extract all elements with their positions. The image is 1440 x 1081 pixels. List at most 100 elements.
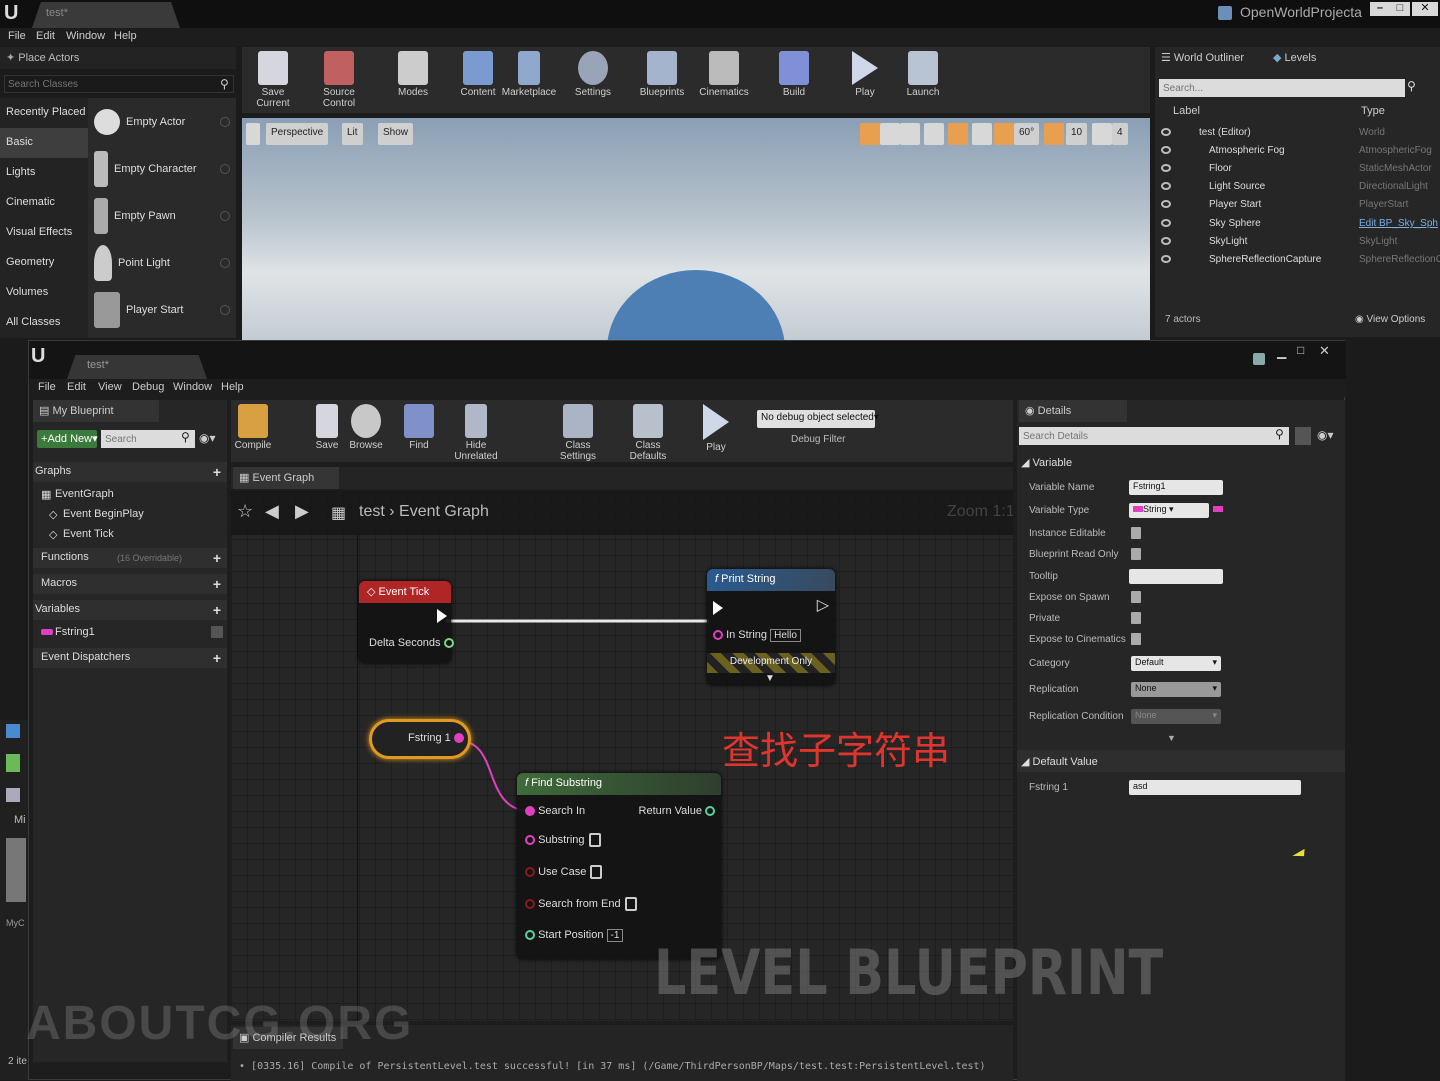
eye-icon[interactable]: ◉▾ [1317, 428, 1334, 442]
add-variable-icon[interactable]: + [213, 602, 221, 618]
add-macro-icon[interactable]: + [213, 576, 221, 592]
rotation-snap-value[interactable]: 60° [1014, 123, 1040, 145]
info-icon[interactable] [220, 116, 230, 127]
section-variables[interactable]: Variables + [33, 600, 227, 620]
column-label[interactable]: Label [1173, 105, 1200, 117]
blueprint-read-only-checkbox[interactable] [1131, 548, 1141, 560]
perspective-button[interactable]: Perspective [266, 123, 329, 145]
menu-help[interactable]: Help [221, 381, 244, 393]
outliner-row[interactable]: Light Source DirectionalLight [1155, 179, 1440, 197]
find-substring-node[interactable]: f Find Substring Search In Return Value … [517, 773, 721, 959]
section-graphs[interactable]: Graphs + [33, 462, 227, 482]
eye-icon[interactable] [1161, 128, 1171, 136]
browse-button[interactable]: Browse [347, 402, 385, 451]
category-recently-placed[interactable]: Recently Placed [0, 98, 88, 128]
build-button[interactable]: Build [772, 49, 816, 98]
info-icon[interactable] [220, 304, 230, 315]
search-from-end-checkbox[interactable] [624, 897, 637, 911]
menu-file[interactable]: File [8, 30, 26, 42]
debug-object-select[interactable]: No debug object selected▾ [757, 410, 879, 428]
eye-icon[interactable] [1161, 255, 1171, 263]
search-from-end-pin[interactable]: Search from End [525, 897, 637, 911]
use-case-pin[interactable]: Use Case [525, 865, 603, 879]
info-icon[interactable] [220, 257, 230, 268]
property-matrix-icon[interactable] [1295, 427, 1311, 445]
eye-icon[interactable] [1161, 146, 1171, 154]
marketplace-button[interactable]: Marketplace [500, 49, 558, 98]
eye-icon[interactable]: ◉▾ [199, 431, 216, 445]
tree-event-tick[interactable]: ◇ Event Tick [33, 525, 227, 545]
scale-snap-value[interactable]: 10 [1066, 123, 1088, 145]
info-icon[interactable] [220, 210, 230, 221]
settings-button[interactable]: Settings [570, 49, 616, 98]
camera-speed-value[interactable]: 4 [1112, 123, 1128, 145]
eye-icon[interactable] [1161, 200, 1171, 208]
default-value-input[interactable]: asd [1129, 780, 1301, 795]
category-lights[interactable]: Lights [0, 158, 88, 188]
menu-help[interactable]: Help [114, 30, 137, 42]
variable-fstring1[interactable]: Fstring1 [33, 623, 227, 643]
section-functions[interactable]: Functions (16 Overridable) + [33, 548, 227, 568]
section-default-value[interactable]: ◢ Default Value [1017, 750, 1345, 772]
private-checkbox[interactable] [1131, 612, 1141, 624]
in-string-pin[interactable]: In String Hello [713, 629, 801, 642]
add-new-button[interactable]: +Add New▾ [37, 430, 98, 448]
list-item[interactable]: Empty Actor [88, 98, 236, 145]
exec-out-pin-icon[interactable]: ▷ [817, 595, 829, 615]
category-basic[interactable]: Basic [0, 128, 88, 158]
compile-button[interactable]: Compile [233, 402, 273, 451]
variable-type-select[interactable]: String ▾ [1129, 503, 1209, 518]
instance-editable-checkbox[interactable] [1131, 527, 1141, 539]
section-variable[interactable]: ◢ Variable [1021, 456, 1072, 469]
search-icon[interactable]: ⚲ [1407, 79, 1416, 93]
category-select[interactable]: Default ▾ [1131, 656, 1221, 671]
add-graph-icon[interactable]: + [213, 464, 221, 480]
menu-view[interactable]: View [98, 381, 122, 393]
substring-pin[interactable]: Substring [525, 833, 601, 847]
eye-icon[interactable] [1161, 164, 1171, 172]
return-value-pin[interactable]: Return Value [639, 805, 715, 817]
replication-condition-select[interactable]: None ▾ [1131, 709, 1221, 724]
search-details-input[interactable] [1019, 427, 1289, 445]
play-button[interactable]: Play [842, 49, 888, 98]
exec-in-pin[interactable] [713, 601, 723, 615]
class-defaults-button[interactable]: Class Defaults [617, 402, 679, 462]
start-position-value[interactable]: -1 [606, 929, 624, 942]
eye-icon[interactable] [1161, 219, 1171, 227]
tree-event-beginplay[interactable]: ◇ Event BeginPlay [33, 505, 227, 525]
info-icon[interactable] [220, 163, 230, 174]
lit-button[interactable]: Lit [342, 123, 363, 145]
edit-blueprint-link[interactable]: Edit BP_Sky_Sph [1359, 218, 1438, 229]
in-string-value[interactable]: Hello [770, 629, 801, 642]
outliner-row[interactable]: Floor StaticMeshActor [1155, 161, 1440, 179]
level-viewport[interactable]: Perspective Lit Show 60° 10 4 [242, 118, 1150, 340]
list-item[interactable]: Point Light [88, 239, 236, 286]
maximize-button[interactable]: □ [1297, 343, 1304, 357]
print-string-node[interactable]: f Print String ▷ In String Hello Develop… [707, 569, 835, 685]
menu-edit[interactable]: Edit [36, 30, 55, 42]
source-control-button[interactable]: Source Control [306, 49, 372, 109]
outliner-row[interactable]: test (Editor) World [1155, 125, 1440, 143]
string-pin-icon[interactable] [453, 733, 464, 744]
variable-name-input[interactable]: Fstring1 [1129, 480, 1223, 495]
search-icon[interactable]: ⚲ [181, 430, 190, 444]
play-button[interactable]: Play [699, 402, 733, 453]
rotation-snap-icon[interactable] [994, 123, 1014, 145]
tab-my-blueprint[interactable]: ▤ My Blueprint [33, 400, 159, 422]
start-position-pin[interactable]: Start Position -1 [525, 929, 624, 942]
category-cinematic[interactable]: Cinematic [0, 188, 88, 218]
maximize-button[interactable]: □ [1390, 2, 1410, 16]
folder-icon[interactable] [6, 724, 20, 738]
minimize-button[interactable]: ▁ [1277, 345, 1286, 359]
launch-button[interactable]: Launch [900, 49, 946, 98]
tab-levels[interactable]: ◆ Levels [1273, 51, 1316, 64]
content-button[interactable]: Content [456, 49, 500, 98]
expand-arrow-icon[interactable]: ▼ [765, 673, 775, 684]
outliner-row[interactable]: SkyLight SkyLight [1155, 234, 1440, 252]
replication-select[interactable]: None ▾ [1131, 682, 1221, 697]
container-type-icon[interactable] [1213, 506, 1223, 512]
search-icon[interactable]: ⚲ [220, 77, 229, 91]
list-item[interactable]: Empty Character [88, 145, 236, 192]
editor-tab[interactable]: test* [32, 2, 180, 28]
tree-event-graph[interactable]: ▦ EventGraph [33, 485, 227, 505]
